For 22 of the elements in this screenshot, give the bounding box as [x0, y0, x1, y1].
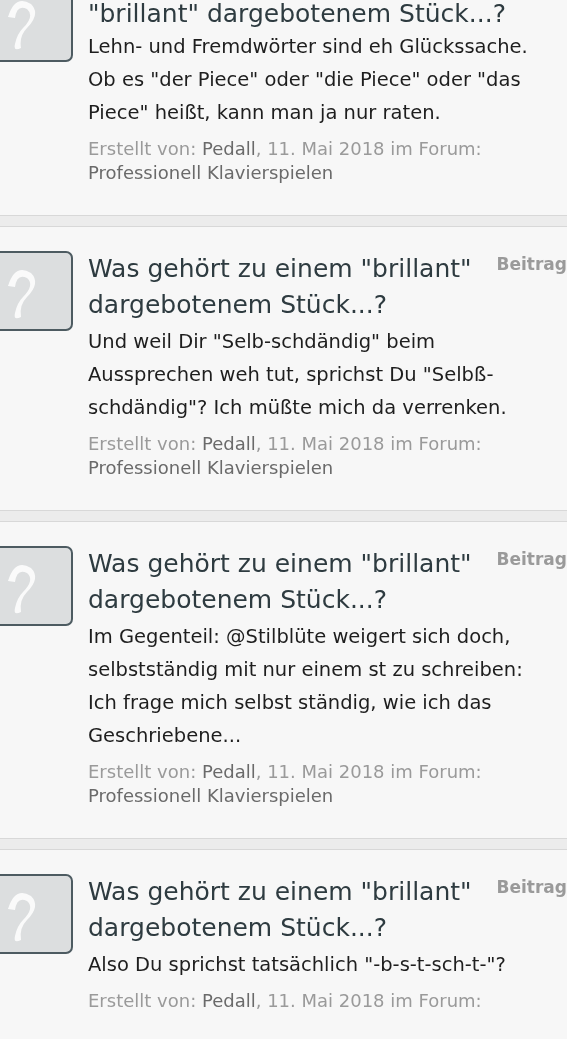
author-link[interactable]: Pedall — [201, 761, 256, 782]
post-meta: Erstellt von: Pedall, 11. Mai 2018 im Forum: — [88, 989, 483, 1013]
result-title-link[interactable]: Was gehört zu einem "brillant" dargebotenem Stück...? — [88, 251, 489, 323]
result-title-link[interactable]: "brillant" dargebotenem Stück...? — [88, 0, 567, 28]
post-meta: Erstellt von: Pedall, 11. Mai 2018 im Forum: Professionell Klavierspielen — [88, 760, 483, 808]
content-type-label: Beitrag — [496, 548, 567, 571]
result-title-link[interactable]: Was gehört zu einem "brillant" dargebotenem Stück...? — [88, 546, 489, 618]
content-type-label: Beitrag — [496, 876, 567, 899]
forum-link[interactable]: Professionell Klavierspielen — [88, 162, 334, 183]
author-link[interactable]: Pedall — [201, 990, 256, 1011]
post-excerpt: Lehn- und Fremdwörter sind eh Glückssache. Ob es "der Piece" oder "die Piece" oder "das Piece" heißt, kann man ja nur raten. — [88, 34, 529, 126]
post-meta: Erstellt von: Pedall, 11. Mai 2018 im Forum: Professionell Klavierspielen — [88, 137, 483, 185]
author-link[interactable]: Pedall — [201, 433, 256, 454]
post-meta: Erstellt von: Pedall, 11. Mai 2018 im Forum: Professionell Klavierspielen — [88, 432, 483, 480]
forum-link[interactable]: Professionell Klavierspielen — [88, 457, 334, 478]
post-excerpt: Also Du sprichst tatsächlich "-b-s-t-sch-t-"? — [88, 952, 507, 978]
post-excerpt: Und weil Dir "Selb-schdändig" beim Aussprechen weh tut, sprichst Du "Selbß-schdändig"? Ich müßte mich da verrenken. — [88, 329, 508, 421]
post-excerpt: Im Gegenteil: @Stilblüte weigert sich doch, selbstständig mit nur einem st zu schreiben: Ich frage mich selbst ständig, wie ich das Geschriebene... — [88, 624, 524, 749]
content-type-label: Beitrag — [496, 253, 567, 276]
author-link[interactable]: Pedall — [201, 138, 256, 159]
forum-link[interactable]: Professionell Klavierspielen — [88, 785, 334, 806]
result-title-link[interactable]: Was gehört zu einem "brillant" dargebotenem Stück...? — [88, 874, 489, 946]
